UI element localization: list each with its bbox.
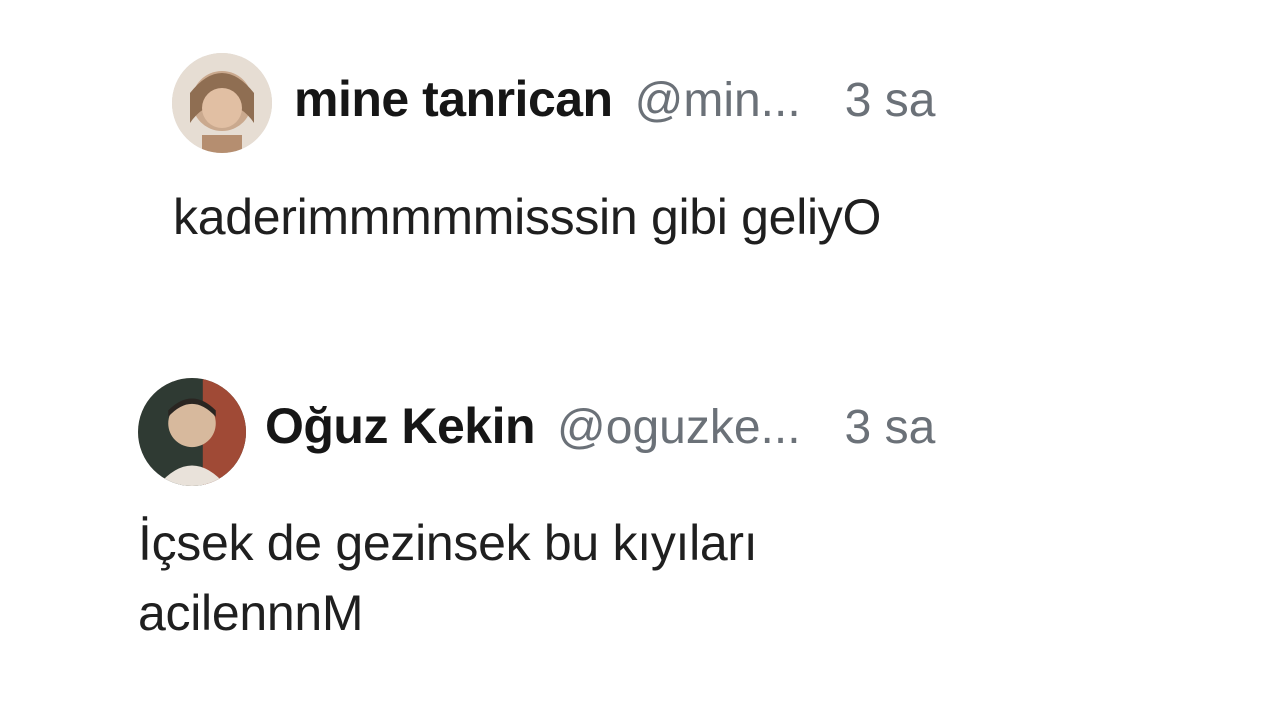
user-avatar-icon	[138, 378, 246, 486]
tweet-text: kaderimmmmmisssin gibi geliyO	[173, 189, 882, 245]
timestamp[interactable]: 3 sa	[845, 400, 936, 455]
avatar[interactable]	[138, 378, 246, 486]
user-avatar-icon	[172, 53, 272, 153]
tweet-text: İçsek de gezinsek bu kıyıları acilennnM	[138, 515, 758, 641]
tweet-header: mine tanrican @min... 3 sa	[294, 70, 935, 128]
avatar[interactable]	[172, 53, 272, 153]
display-name[interactable]: Oğuz Kekin	[265, 397, 536, 455]
user-handle[interactable]: @oguzke...	[557, 400, 801, 455]
user-handle[interactable]: @min...	[635, 73, 801, 128]
tweet-item[interactable]: mine tanrican @min... 3 sa kaderimmmmmis…	[0, 0, 1280, 300]
timestamp[interactable]: 3 sa	[845, 73, 936, 128]
tweet-item[interactable]: Oğuz Kekin @oguzke... 3 sa İçsek de gezi…	[0, 330, 1280, 710]
tweet-header: Oğuz Kekin @oguzke... 3 sa	[265, 397, 935, 455]
display-name[interactable]: mine tanrican	[294, 70, 613, 128]
